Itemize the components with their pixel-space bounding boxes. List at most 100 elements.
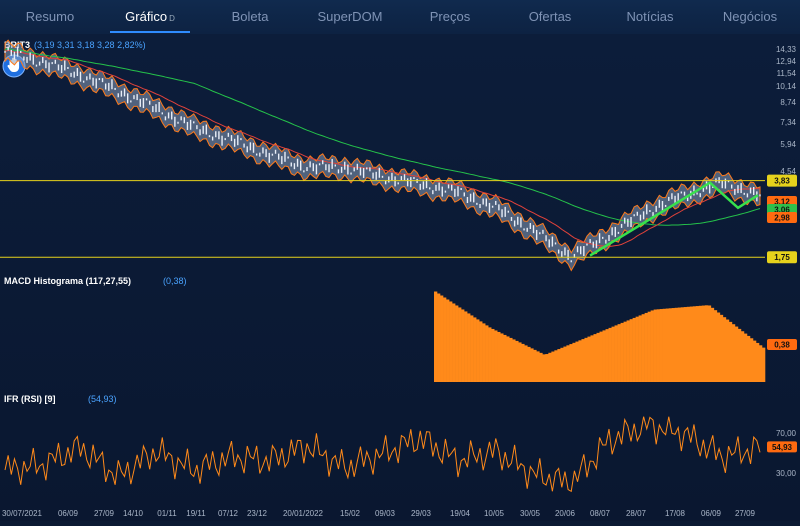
price-axis-label: 8,74 bbox=[780, 98, 796, 107]
macd-bar bbox=[623, 321, 627, 382]
moving-average-long bbox=[4, 47, 761, 226]
macd-bar bbox=[602, 330, 606, 382]
price-axis-label: 14,33 bbox=[776, 45, 797, 54]
macd-bar bbox=[734, 326, 739, 382]
rsi-badge-label: 54,93 bbox=[772, 443, 793, 452]
macd-bar bbox=[455, 305, 459, 382]
macd-bar bbox=[656, 309, 660, 382]
rsi-axis-label: 30,00 bbox=[776, 469, 797, 478]
macd-bar bbox=[527, 346, 531, 382]
x-axis-label: 01/11 bbox=[157, 509, 177, 518]
macd-bar bbox=[593, 334, 597, 382]
macd-bar bbox=[458, 307, 462, 382]
chart-canvas[interactable]: BRIT3 (3,19 3,31 3,18 3,28 2,82%) 3,831,… bbox=[0, 34, 800, 521]
tab-not-cias[interactable]: Notícias bbox=[600, 0, 700, 34]
macd-bar bbox=[647, 311, 651, 382]
macd-bar bbox=[512, 339, 516, 382]
tab-pre-os[interactable]: Preços bbox=[400, 0, 500, 34]
x-axis-label: 19/04 bbox=[450, 509, 471, 518]
x-axis-label: 27/09 bbox=[94, 509, 115, 518]
price-plot[interactable]: 3,831,753,123,062,98 bbox=[0, 39, 797, 272]
macd-bar bbox=[746, 335, 751, 382]
macd-bar bbox=[755, 342, 760, 382]
tab-resumo[interactable]: Resumo bbox=[0, 0, 100, 34]
macd-bar bbox=[437, 293, 441, 382]
macd-bar bbox=[650, 310, 654, 382]
macd-bar bbox=[473, 317, 477, 382]
rsi-line bbox=[4, 416, 761, 493]
macd-title: MACD Histograma (117,27,55) bbox=[4, 276, 131, 286]
rsi-plot[interactable]: 54,93 bbox=[4, 416, 797, 493]
level-badge: 3,83 bbox=[767, 174, 797, 187]
rsi-axis-label: 70,00 bbox=[776, 429, 797, 438]
macd-bar bbox=[596, 332, 600, 382]
x-axis-label: 23/12 bbox=[247, 509, 268, 518]
macd-bar bbox=[758, 345, 763, 382]
x-axis-label: 07/12 bbox=[218, 509, 239, 518]
tab-superdom[interactable]: SuperDOM bbox=[300, 0, 400, 34]
x-axis-label: 15/02 bbox=[340, 509, 361, 518]
rsi-value: (54,93) bbox=[88, 394, 117, 404]
bollinger-band bbox=[4, 39, 761, 272]
macd-bar bbox=[461, 309, 465, 382]
macd-bar bbox=[485, 325, 489, 382]
level-badge-label: 3,83 bbox=[774, 177, 790, 186]
macd-bar bbox=[563, 346, 567, 382]
macd-bar bbox=[752, 340, 757, 382]
x-axis-label: 10/05 bbox=[484, 509, 505, 518]
macd-bar bbox=[698, 305, 703, 382]
price-axis-label: 10,14 bbox=[776, 82, 797, 91]
macd-bar bbox=[590, 335, 594, 382]
macd-bar bbox=[479, 321, 483, 382]
macd-bar bbox=[539, 352, 543, 382]
price-axis-label: 12,94 bbox=[776, 57, 797, 66]
tab-label: Boleta bbox=[231, 9, 269, 24]
macd-bar bbox=[701, 305, 706, 382]
macd-bar bbox=[614, 325, 618, 382]
macd-value: (0,38) bbox=[163, 276, 187, 286]
tab-label: Notícias bbox=[626, 9, 674, 24]
macd-bar bbox=[566, 345, 570, 382]
macd-bar bbox=[569, 344, 573, 382]
macd-bar bbox=[731, 324, 736, 382]
macd-bar bbox=[530, 348, 534, 382]
macd-bar bbox=[518, 342, 522, 382]
x-axis-label: 17/08 bbox=[665, 509, 686, 518]
macd-bar bbox=[578, 340, 582, 382]
macd-bar bbox=[626, 320, 630, 382]
macd-bar bbox=[629, 319, 633, 382]
macd-bar bbox=[632, 317, 636, 382]
price-badge: 2,98 bbox=[767, 212, 797, 223]
macd-bar bbox=[500, 333, 504, 382]
macd-bar bbox=[692, 306, 697, 382]
tab-gr-fico[interactable]: Gráfico D bbox=[100, 0, 200, 34]
macd-bar bbox=[506, 336, 510, 382]
macd-bar bbox=[620, 322, 624, 382]
macd-bar bbox=[644, 312, 648, 382]
macd-bar bbox=[545, 354, 549, 382]
macd-bar bbox=[716, 312, 721, 382]
macd-bar bbox=[488, 327, 492, 382]
tab-neg-cios[interactable]: Negócios bbox=[700, 0, 800, 34]
macd-bar bbox=[749, 338, 754, 382]
macd-bar bbox=[668, 308, 673, 382]
x-axis-label: 06/09 bbox=[701, 509, 722, 518]
macd-bar bbox=[449, 301, 453, 382]
macd-bar bbox=[710, 307, 715, 382]
macd-bar bbox=[464, 311, 468, 382]
x-axis-label: 08/07 bbox=[590, 509, 611, 518]
macd-plot[interactable]: 0,38 bbox=[434, 291, 797, 382]
macd-bar bbox=[680, 307, 685, 382]
macd-bar bbox=[476, 319, 480, 382]
x-axis-label: 19/11 bbox=[186, 509, 206, 518]
price-ohlc: (3,19 3,31 3,18 3,28 2,82%) bbox=[34, 40, 146, 50]
macd-bar bbox=[611, 326, 615, 382]
tab-ofertas[interactable]: Ofertas bbox=[500, 0, 600, 34]
tab-boleta[interactable]: Boleta bbox=[200, 0, 300, 34]
macd-bar bbox=[503, 334, 507, 382]
macd-bar bbox=[599, 331, 603, 382]
price-axis-label: 7,34 bbox=[780, 118, 796, 127]
macd-bar bbox=[446, 299, 450, 382]
chart-area[interactable]: BRIT3 (3,19 3,31 3,18 3,28 2,82%) 3,831,… bbox=[0, 34, 800, 521]
x-axis-label: 30/07/2021 bbox=[2, 509, 43, 518]
